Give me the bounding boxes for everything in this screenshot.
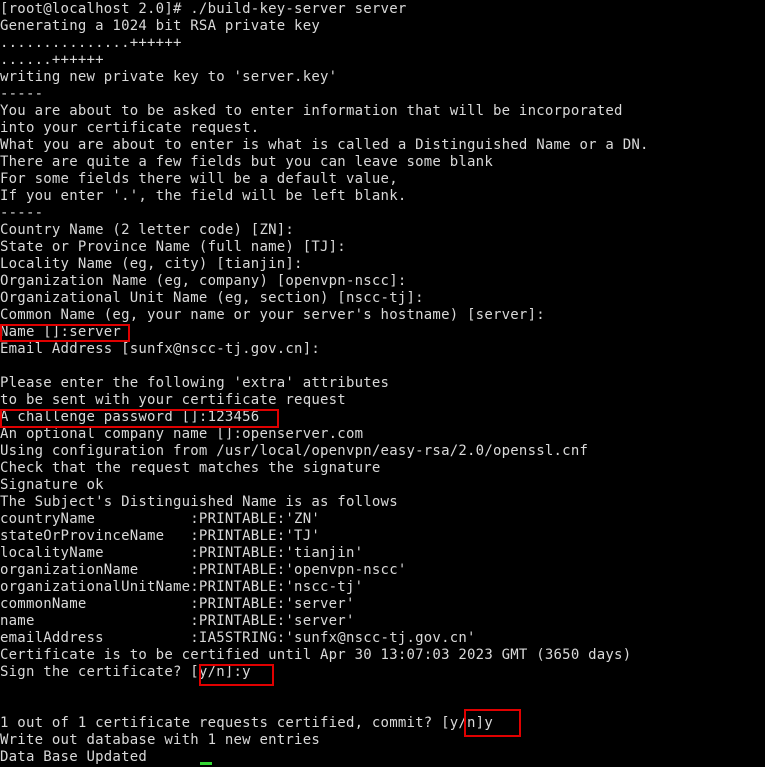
terminal-line: You are about to be asked to enter infor… xyxy=(0,103,623,119)
terminal-line: Locality Name (eg, city) [tianjin]: xyxy=(0,256,303,272)
terminal-line: countryName :PRINTABLE:'ZN' xyxy=(0,511,321,527)
terminal-line: Using configuration from /usr/local/open… xyxy=(0,443,589,459)
terminal-line: ----- xyxy=(0,205,44,221)
terminal-line: Write out database with 1 new entries xyxy=(0,732,321,748)
terminal-line: to be sent with your certificate request xyxy=(0,392,346,408)
terminal-line: ----- xyxy=(0,86,44,102)
terminal-line: Sign the certificate? [y/n]:y xyxy=(0,664,251,680)
terminal-line: organizationName :PRINTABLE:'openvpn-nsc… xyxy=(0,562,407,578)
terminal-line: If you enter '.', the field will be left… xyxy=(0,188,407,204)
terminal-line: A challenge password []:123456 xyxy=(0,409,260,425)
terminal-line: For some fields there will be a default … xyxy=(0,171,398,187)
terminal-line: An optional company name []:openserver.c… xyxy=(0,426,364,442)
terminal-line: Country Name (2 letter code) [ZN]: xyxy=(0,222,295,238)
terminal-line: State or Province Name (full name) [TJ]: xyxy=(0,239,346,255)
terminal-line: There are quite a few fields but you can… xyxy=(0,154,493,170)
terminal-line: ...............++++++ xyxy=(0,35,182,51)
terminal-line: Organization Name (eg, company) [openvpn… xyxy=(0,273,407,289)
terminal-line: stateOrProvinceName :PRINTABLE:'TJ' xyxy=(0,528,321,544)
terminal-line: emailAddress :IA5STRING:'sunfx@nscc-tj.g… xyxy=(0,630,476,646)
terminal-line: Name []:server xyxy=(0,324,122,340)
terminal-line: Data Base Updated xyxy=(0,749,148,765)
terminal-line: ......++++++ xyxy=(0,52,104,68)
terminal-line: Email Address [sunfx@nscc-tj.gov.cn]: xyxy=(0,341,321,357)
terminal-cursor xyxy=(200,762,212,765)
terminal-line: writing new private key to 'server.key' xyxy=(0,69,338,85)
terminal-line: into your certificate request. xyxy=(0,120,260,136)
terminal-line: localityName :PRINTABLE:'tianjin' xyxy=(0,545,364,561)
terminal-line: Organizational Unit Name (eg, section) [… xyxy=(0,290,424,306)
terminal-line: Signature ok xyxy=(0,477,104,493)
terminal-line: Certificate is to be certified until Apr… xyxy=(0,647,632,663)
terminal-line: The Subject's Distinguished Name is as f… xyxy=(0,494,398,510)
terminal-line: name :PRINTABLE:'server' xyxy=(0,613,355,629)
terminal-output: [root@localhost 2.0]# ./build-key-server… xyxy=(0,1,765,766)
terminal-line: What you are about to enter is what is c… xyxy=(0,137,649,153)
terminal-line: Please enter the following 'extra' attri… xyxy=(0,375,390,391)
terminal-line: commonName :PRINTABLE:'server' xyxy=(0,596,355,612)
terminal-line: 1 out of 1 certificate requests certifie… xyxy=(0,715,493,731)
terminal-line: [root@localhost 2.0]# ./build-key-server… xyxy=(0,1,407,17)
terminal-line: Generating a 1024 bit RSA private key xyxy=(0,18,321,34)
terminal-line: Check that the request matches the signa… xyxy=(0,460,381,476)
terminal-line: Common Name (eg, your name or your serve… xyxy=(0,307,545,323)
terminal-line: organizationalUnitName:PRINTABLE:'nscc-t… xyxy=(0,579,364,595)
terminal-window[interactable]: [root@localhost 2.0]# ./build-key-server… xyxy=(0,0,765,767)
